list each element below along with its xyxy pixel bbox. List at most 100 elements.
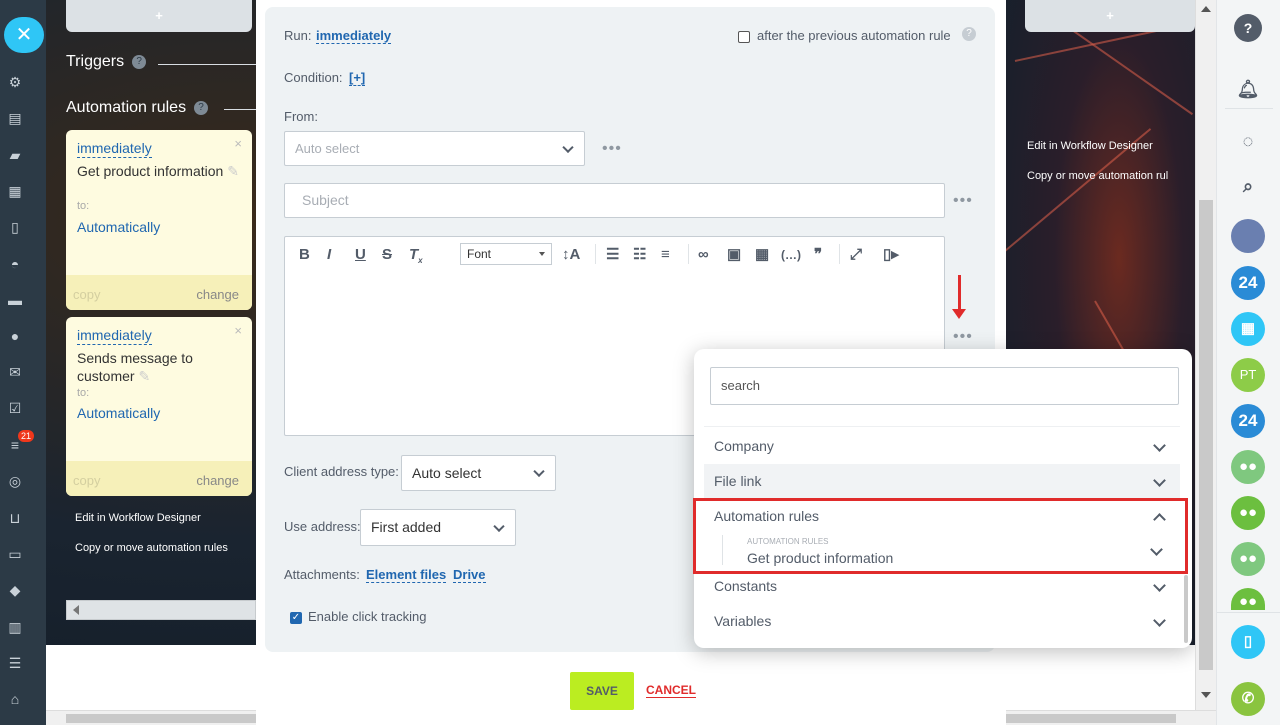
source-toggle-icon[interactable]: ▯▸ [883, 246, 899, 264]
copy-button[interactable]: copy [73, 473, 100, 488]
use-address-select[interactable]: First added [360, 509, 516, 546]
bold-icon[interactable]: B [299, 246, 310, 264]
copy-button[interactable]: copy [73, 287, 100, 302]
edit-in-designer-link[interactable]: Edit in Workflow Designer [75, 512, 201, 524]
column-scrollbar[interactable] [66, 600, 256, 620]
avatar-initials[interactable]: PT [1231, 358, 1265, 392]
groups-icon[interactable]: ● [7, 328, 23, 344]
image-icon[interactable]: ▣ [727, 246, 741, 264]
drive-icon[interactable]: ▬ [7, 292, 23, 308]
target-icon[interactable]: ◎ [7, 473, 23, 489]
element-files-link[interactable]: Element files [366, 567, 447, 583]
edit-in-designer-link-right[interactable]: Edit in Workflow Designer [1027, 140, 1153, 152]
rule-card[interactable]: immediately × Sends message to customer … [66, 317, 252, 496]
menu-item-variables[interactable]: Variables [704, 604, 1180, 639]
bank-icon[interactable]: ⌂ [7, 691, 23, 707]
search-icon[interactable]: ⌕ [1231, 169, 1265, 203]
scroll-left-icon[interactable] [73, 605, 79, 615]
help-icon[interactable]: ? [132, 55, 147, 69]
help-icon[interactable]: ? [194, 101, 209, 115]
copy-move-rules-link-right[interactable]: Copy or move automation rul [1027, 170, 1168, 182]
close-icon[interactable]: × [234, 323, 242, 338]
subject-input[interactable]: Subject [284, 183, 945, 218]
more-icon[interactable]: ••• [602, 141, 622, 157]
bullet-list-icon[interactable]: ☷ [633, 246, 646, 264]
scroll-up-icon[interactable] [1201, 6, 1211, 12]
tasks-icon[interactable]: ☑ [7, 400, 23, 416]
link-icon[interactable]: ∞ [698, 246, 709, 264]
feed-icon[interactable]: ▤ [7, 110, 23, 126]
code-icon[interactable]: (…) [781, 246, 801, 264]
android-icon[interactable]: ◓ [7, 256, 23, 272]
click-tracking-checkbox[interactable]: ✓ [290, 612, 302, 624]
save-button[interactable]: SAVE [570, 672, 634, 710]
menu-item-company[interactable]: Company [704, 429, 1180, 464]
help-icon[interactable]: ? [1234, 14, 1262, 42]
robot-icon[interactable]: ▥ [7, 619, 23, 635]
search-input[interactable]: search [710, 367, 1179, 405]
settings-sliders-icon[interactable]: ☰ [7, 655, 23, 671]
italic-icon[interactable]: I [327, 246, 331, 264]
pencil-icon[interactable]: ✎ [227, 163, 239, 179]
bell-icon[interactable]: 🔔︎ [1231, 72, 1265, 106]
underline-icon[interactable]: U [355, 246, 366, 264]
pencil-icon[interactable]: ✎ [138, 368, 150, 384]
calendar-icon[interactable]: ▦ [1231, 312, 1265, 346]
popup-scrollbar[interactable] [1184, 575, 1188, 643]
group-chat-icon[interactable]: ●● [1231, 542, 1265, 576]
from-select[interactable]: Auto select [284, 131, 585, 166]
scroll-thumb[interactable] [1199, 200, 1213, 670]
rule-run-link[interactable]: immediately [77, 140, 152, 158]
mail-icon[interactable]: ✉ [7, 364, 23, 380]
more-icon[interactable]: ••• [953, 329, 973, 345]
scroll-down-icon[interactable] [1201, 692, 1211, 698]
align-icon[interactable]: ≡ [661, 246, 670, 264]
group-chat-icon[interactable]: ●● [1231, 496, 1265, 530]
avatar[interactable] [1231, 219, 1265, 253]
close-button[interactable]: ✕ [4, 17, 44, 53]
rule-run-link[interactable]: immediately [77, 327, 152, 345]
ordered-list-icon[interactable]: ☰ [606, 246, 619, 264]
run-value-link[interactable]: immediately [316, 28, 392, 44]
add-trigger-button[interactable]: + [66, 0, 252, 32]
vertical-scrollbar[interactable] [1195, 0, 1216, 710]
fullscreen-icon[interactable]: ⤢ [850, 246, 862, 264]
more-icon[interactable]: ••• [953, 193, 973, 209]
close-icon[interactable]: × [234, 136, 242, 151]
group-chat-icon[interactable]: ●● [1231, 588, 1265, 610]
table-icon[interactable]: ▦ [755, 246, 769, 264]
menu-item-file-link[interactable]: File link [704, 464, 1180, 499]
client-address-type-select[interactable]: Auto select [401, 455, 556, 491]
sites-icon[interactable]: ⚙ [7, 74, 23, 90]
phone-book-icon[interactable]: ▯ [1231, 625, 1265, 659]
box-icon[interactable]: ◆ [7, 582, 23, 598]
quote-icon[interactable]: ❞ [814, 246, 822, 264]
chat-icon[interactable]: ▰ [7, 147, 23, 163]
copy-move-rules-link[interactable]: Copy or move automation rules [75, 542, 228, 554]
cart-icon[interactable]: ⊔ [7, 510, 23, 526]
menu-item-constants[interactable]: Constants [704, 569, 1180, 604]
cancel-button[interactable]: CANCEL [646, 684, 696, 698]
change-button[interactable]: change [196, 473, 239, 488]
bitrix24-icon[interactable]: 24 [1231, 404, 1265, 438]
document-icon[interactable]: ▯ [7, 219, 23, 235]
rule-card[interactable]: immediately × Get product information ✎ … [66, 130, 252, 310]
help-icon[interactable]: ? [962, 27, 976, 41]
group-chat-icon[interactable]: ●● [1231, 450, 1265, 484]
messages-icon[interactable]: ◌ [1231, 124, 1265, 158]
toolbar-separator [839, 244, 840, 264]
after-previous-checkbox[interactable] [738, 31, 750, 43]
change-button[interactable]: change [196, 287, 239, 302]
clear-format-icon[interactable]: Tx [409, 246, 423, 270]
contact-card-icon[interactable]: ▭ [7, 546, 23, 562]
calendar-icon[interactable]: ▦ [7, 183, 23, 199]
card-footer: copy change [66, 275, 252, 310]
bitrix24-icon[interactable]: 24 [1231, 266, 1265, 300]
drive-link[interactable]: Drive [453, 567, 486, 583]
condition-add-link[interactable]: [+] [349, 70, 366, 86]
font-size-icon[interactable]: ↕A [562, 246, 580, 264]
add-trigger-button-right[interactable]: + [1025, 0, 1195, 32]
strikethrough-icon[interactable]: S [382, 246, 392, 264]
phone-icon[interactable]: ✆ [1231, 682, 1265, 716]
font-select[interactable]: Font [460, 243, 552, 265]
